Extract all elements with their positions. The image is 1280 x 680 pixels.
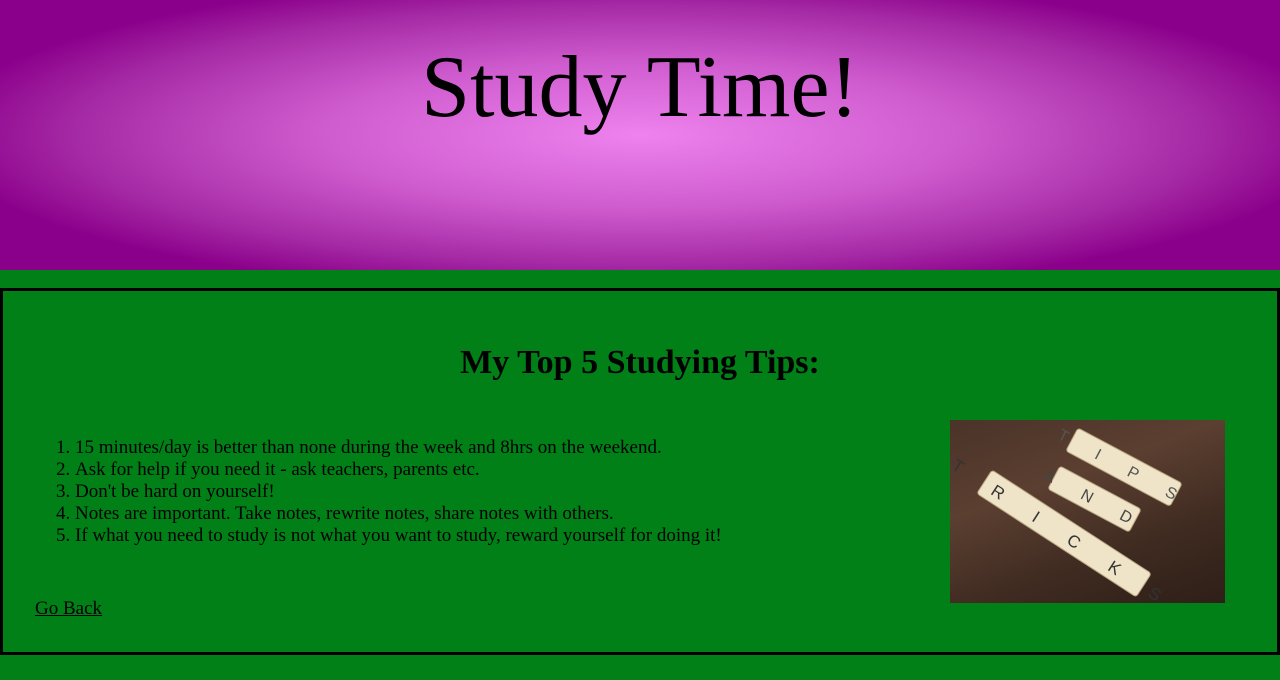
tip-item: Don't be hard on yourself! [75,481,722,503]
go-back-link[interactable]: Go Back [35,598,102,620]
tip-item: If what you need to study is not what yo… [75,525,722,547]
tip-item: Ask for help if you need it - ask teache… [75,459,722,481]
tip-item: 15 minutes/day is better than none durin… [75,437,722,459]
scrabble-tiles-picture: T I P S A N D T R I C K S [950,427,1192,603]
tips-heading: My Top 5 Studying Tips: [460,344,820,381]
tip-item: Notes are important. Take notes, rewrite… [75,503,722,525]
header-banner: Study Time! [0,0,1280,270]
tips-panel: My Top 5 Studying Tips: 15 minutes/day i… [0,288,1280,655]
tips-list: 15 minutes/day is better than none durin… [37,437,722,547]
tips-and-tricks-image: T I P S A N D T R I C K S [950,420,1225,603]
page-title: Study Time! [421,39,859,136]
